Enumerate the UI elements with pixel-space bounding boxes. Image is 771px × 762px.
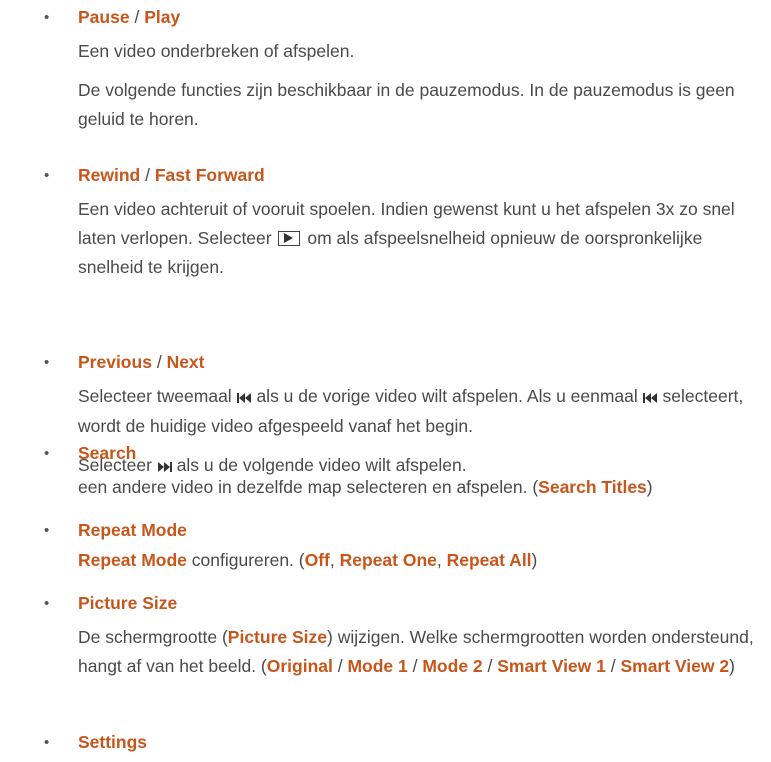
previous-icon [642,383,658,412]
option-smart-view-1: Smart View 1 [497,656,606,676]
desc-part: , [436,550,447,570]
desc-part: / [332,656,348,676]
previous-icon [236,383,252,412]
bullet: • [44,595,50,612]
item-description: Een video achteruit of vooruit spoelen. … [78,195,763,282]
title-fast-forward: Fast Forward [154,165,265,185]
repeat-mode-ref: Repeat Mode [78,550,187,570]
item-title: Picture Size [78,589,763,618]
title-play: Play [144,7,181,27]
list-item-picture-size: • Picture Size De schermgrootte (Picture… [0,589,771,681]
item-title: Pause / Play [78,3,763,32]
option-repeat-one: Repeat One [339,550,437,570]
item-description-2: De volgende functies zijn beschikbaar in… [78,80,735,129]
title-separator: / [156,352,162,372]
item-description: De schermgrootte (Picture Size) wijzigen… [78,623,763,681]
list-item-settings: • Settings [0,728,771,757]
title-picture-size: Picture Size [78,593,178,613]
bullet: • [44,167,50,184]
search-titles-option: Search Titles [538,477,647,497]
option-mode-2: Mode 2 [422,656,483,676]
play-box-icon [278,231,301,246]
desc-part: configureren. ( [186,550,305,570]
desc-part: ) [646,477,653,497]
desc-part: / [482,656,498,676]
bullet: • [44,9,50,26]
item-title: Settings [78,728,763,757]
item-title: Previous / Next [78,348,763,377]
list-item-repeat-mode: • Repeat Mode Repeat Mode configureren. … [0,516,771,575]
option-off: Off [304,550,330,570]
bullet: • [44,354,50,371]
title-search: Search [78,443,137,463]
title-pause: Pause [78,7,130,27]
manual-page: • Pause / Play Een video onderbreken of … [0,0,771,762]
item-description: een andere video in dezelfde map selecte… [78,473,763,502]
desc-part: / [407,656,423,676]
option-repeat-all: Repeat All [446,550,532,570]
title-separator: / [134,7,140,27]
item-description: Selecteer tweemaal als u de vorige video… [78,382,763,441]
title-repeat-mode: Repeat Mode [78,520,187,540]
bullet: • [44,445,50,462]
title-next: Next [166,352,205,372]
desc-part: Selecteer tweemaal [78,386,232,406]
item-description: Een video onderbreken of afspelen. [78,41,355,61]
bullet: • [44,734,50,751]
item-title: Repeat Mode [78,516,763,545]
option-original: Original [266,656,333,676]
title-settings: Settings [78,732,148,752]
item-title: Rewind / Fast Forward [78,161,763,190]
title-separator: / [145,165,150,185]
option-mode-1: Mode 1 [347,656,408,676]
desc-part: ) [729,656,735,676]
desc-part: als u de vorige video wilt afspelen. Als… [256,386,638,406]
title-rewind: Rewind [78,165,141,185]
item-title: Search [78,439,763,468]
list-item-search: • Search een andere video in dezelfde ma… [0,439,771,502]
desc-part: / [605,656,621,676]
desc-part: De schermgrootte ( [78,627,228,647]
bullet: • [44,522,50,539]
option-smart-view-2: Smart View 2 [620,656,730,676]
list-item-rewind-ff: • Rewind / Fast Forward Een video achter… [0,161,771,282]
title-previous: Previous [78,352,152,372]
desc-part: ) [531,550,538,570]
list-item-pause-play: • Pause / Play Een video onderbreken of … [0,3,771,134]
picture-size-ref: Picture Size [227,627,327,647]
desc-part: een andere video in dezelfde map selecte… [78,477,539,497]
item-description: Repeat Mode configureren. (Off, Repeat O… [78,546,763,575]
desc-part: , [329,550,340,570]
